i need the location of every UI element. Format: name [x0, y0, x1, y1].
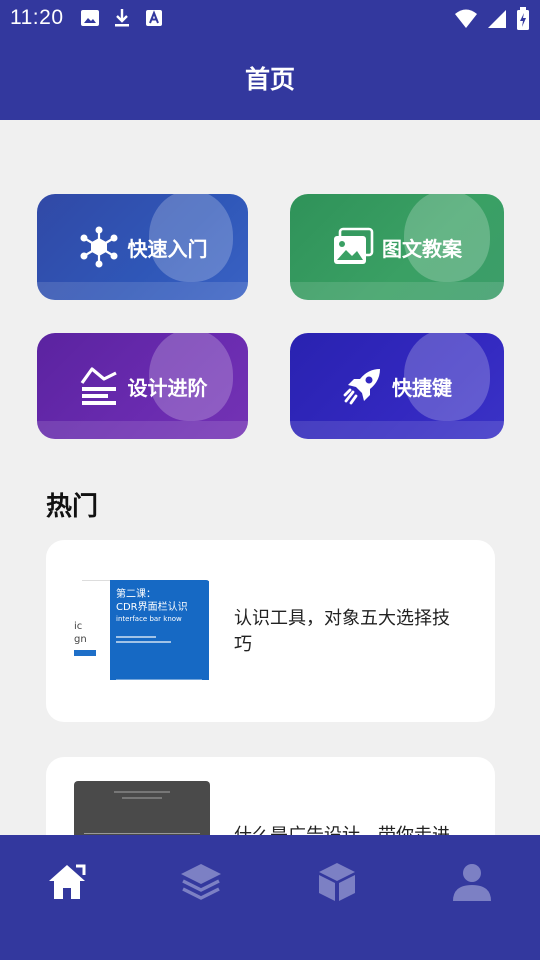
- lesson-thumbnail: ic gn 第二课： CDR界面栏认识 interface bar know: [74, 580, 210, 682]
- wifi-icon: [454, 8, 478, 34]
- tile-graphic-lessons[interactable]: 图文教案: [290, 194, 504, 300]
- status-time: 11:20: [10, 6, 64, 29]
- nav-profile[interactable]: [442, 859, 502, 909]
- hexagon-network-icon: [78, 226, 120, 268]
- nav-home[interactable]: [37, 859, 97, 909]
- layers-icon: [179, 860, 223, 908]
- list-item-title: 认识工具，对象五大选择技巧: [234, 608, 450, 655]
- advance-steps-icon: [78, 365, 120, 407]
- battery-charging-icon: [516, 7, 530, 35]
- nav-layers[interactable]: [171, 859, 231, 909]
- rocket-icon: [342, 365, 384, 407]
- home-icon: [46, 861, 88, 907]
- tile-label: 图文教案: [382, 236, 462, 261]
- image-icon: [80, 8, 100, 32]
- signal-icon: [486, 8, 508, 34]
- tile-shortcuts[interactable]: 快捷键: [290, 333, 504, 439]
- tile-label: 快速入门: [127, 236, 208, 261]
- nav-cube[interactable]: [307, 859, 367, 909]
- app-bar: 首页: [0, 36, 540, 120]
- download-icon: [112, 8, 132, 32]
- page-title: 首页: [244, 65, 295, 94]
- user-icon: [451, 861, 493, 907]
- section-title-hot: 热门: [46, 492, 99, 522]
- gallery-icon: [332, 226, 374, 268]
- status-bar: 11:20: [0, 0, 540, 36]
- tile-label: 快捷键: [392, 375, 452, 400]
- tile-quick-start[interactable]: 快速入门: [37, 194, 248, 300]
- tile-design-advanced[interactable]: 设计进阶: [37, 333, 248, 439]
- bottom-nav: [0, 835, 540, 960]
- cube-icon: [317, 861, 357, 907]
- list-item[interactable]: ic gn 第二课： CDR界面栏认识 interface bar know 认…: [46, 540, 495, 722]
- text-a-icon: [144, 8, 164, 32]
- tile-label: 设计进阶: [127, 375, 208, 400]
